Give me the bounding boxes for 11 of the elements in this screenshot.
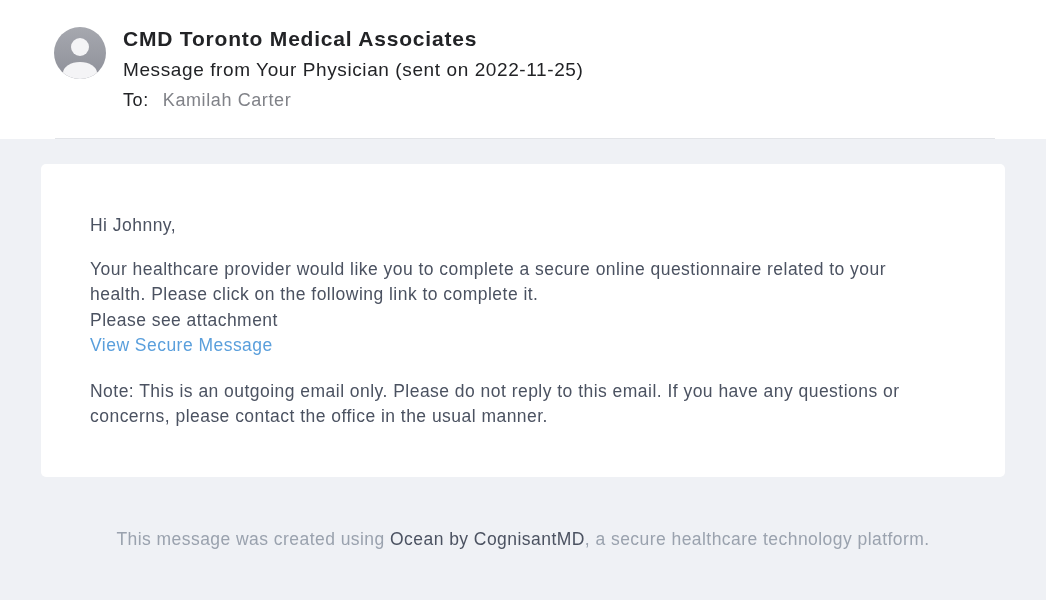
recipient-name: Kamilah Carter xyxy=(162,89,292,112)
note-text: Note: This is an outgoing email only. Please do not reply to this email. If you have any questions or concerns, please contact the office in the usual manner. xyxy=(90,379,901,428)
message-subject: Message from Your Physician (sent on 2022-11-25) xyxy=(123,58,584,82)
ocean-link[interactable]: Ocean by CognisantMD xyxy=(390,528,585,549)
body-text: Your healthcare provider would like you to complete a secure online questionnaire related to your health. Please click on the following link to complete it. xyxy=(90,257,887,306)
avatar-icon xyxy=(54,27,106,79)
body-text: Please see attachment xyxy=(90,308,278,332)
greeting-text: Hi Johnny, xyxy=(90,214,178,237)
sender-name: CMD Toronto Medical Associates xyxy=(123,26,478,52)
to-label: To: xyxy=(123,89,149,112)
footer-text: This message was created using Ocean by CognisantMD, a secure healthcare technology platform. xyxy=(116,527,930,551)
